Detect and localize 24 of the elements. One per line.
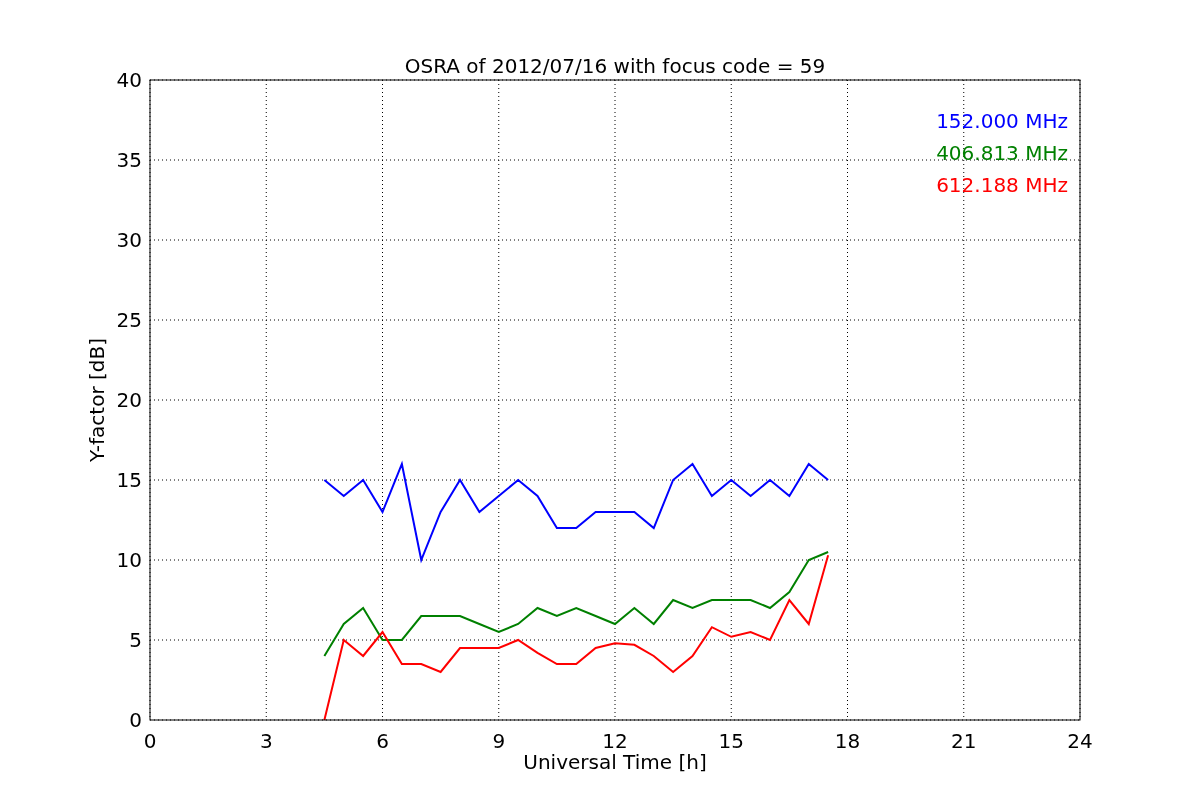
tick-label: 35 xyxy=(116,148,142,172)
axis-label: Y-factor [dB] xyxy=(85,338,109,462)
tick-label: 10 xyxy=(116,548,142,572)
tick-label: 18 xyxy=(834,729,861,753)
legend-label: 152.000 MHz xyxy=(936,109,1068,133)
tick-label: 12 xyxy=(602,729,628,753)
tick-label: 0 xyxy=(143,729,157,753)
tick-label: 15 xyxy=(116,468,142,492)
tick-label: 21 xyxy=(951,729,977,753)
tick-label: 9 xyxy=(492,729,506,753)
tick-label: 24 xyxy=(1067,729,1093,753)
tick-label: 6 xyxy=(376,729,389,753)
legend-label: 406.813 MHz xyxy=(936,141,1068,165)
tick-label: 40 xyxy=(116,68,142,92)
tick-label: 0 xyxy=(129,708,142,732)
tick-label: 5 xyxy=(129,628,142,652)
tick-label: 3 xyxy=(259,729,273,753)
chart-title: OSRA of 2012/07/16 with focus code = 59 xyxy=(404,54,826,78)
tick-label: 25 xyxy=(116,308,142,332)
legend-label: 612.188 MHz xyxy=(936,173,1068,197)
tick-label: 15 xyxy=(718,729,744,753)
axis-label: Universal Time [h] xyxy=(523,750,707,774)
tick-label: 30 xyxy=(116,228,142,252)
tick-label: 20 xyxy=(116,388,142,412)
